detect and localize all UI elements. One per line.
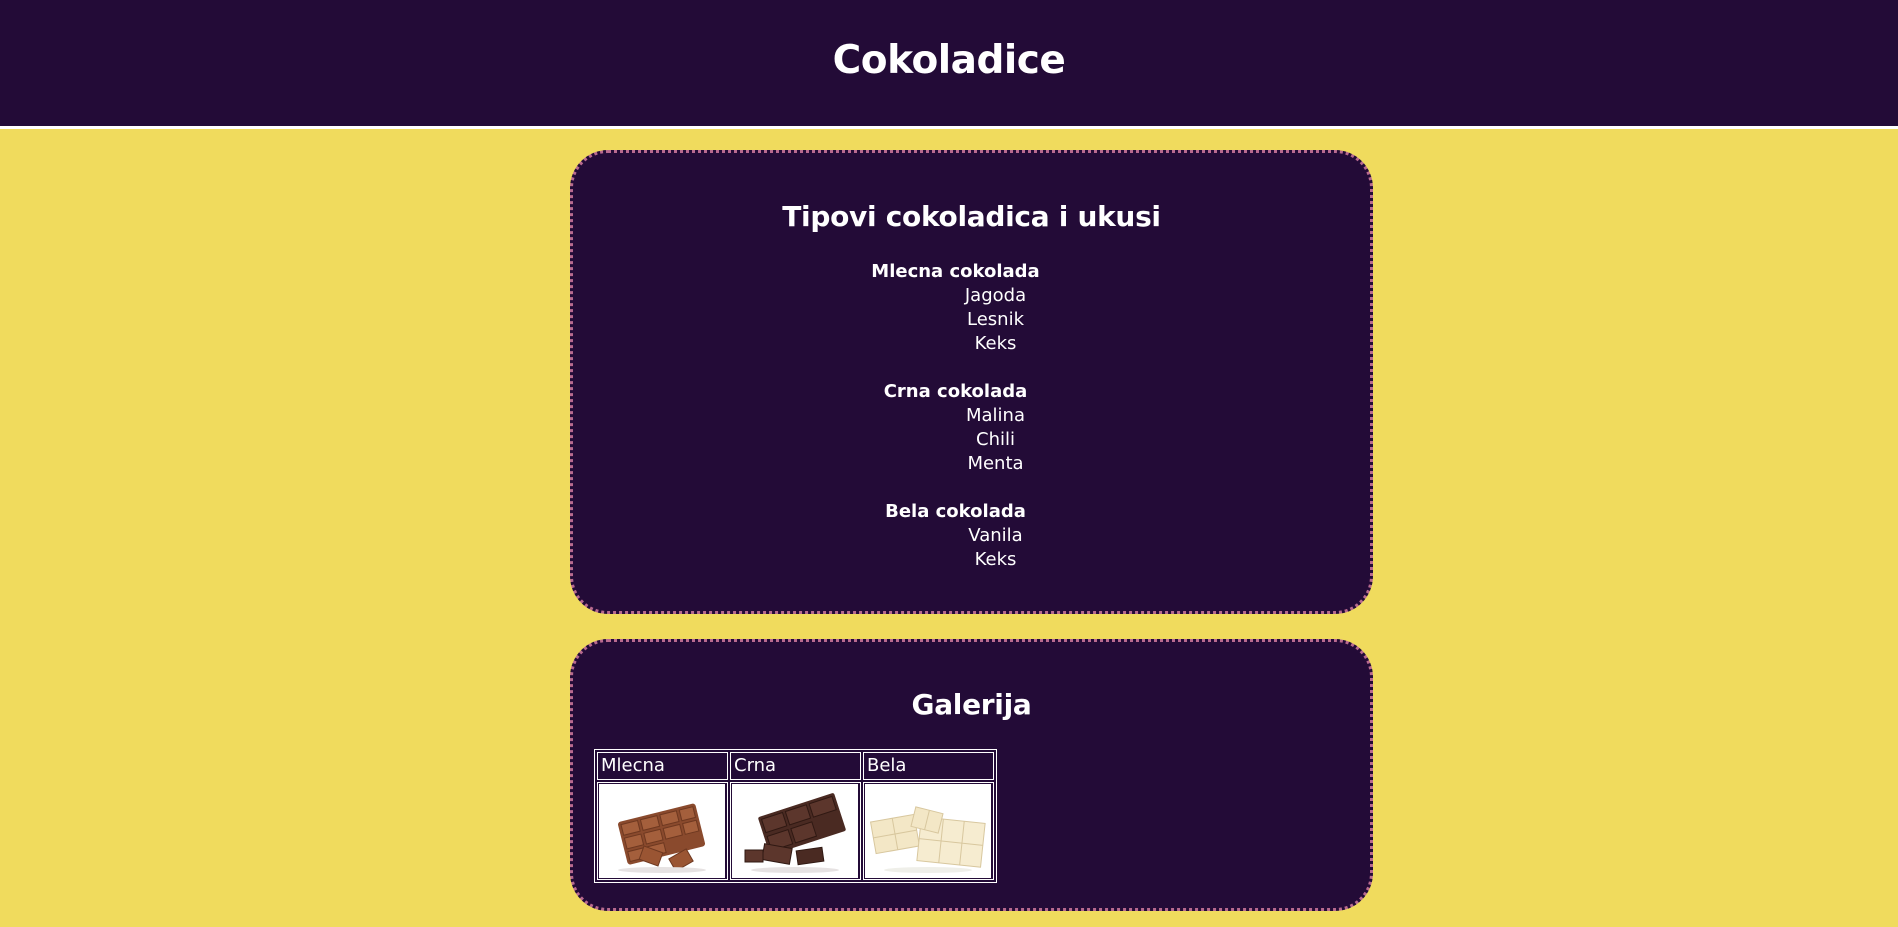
flavor-item: Lesnik — [967, 309, 1024, 330]
type-group-mlecna: Mlecna cokolada Jagoda Lesnik Keks — [573, 260, 1370, 356]
type-name: Mlecna cokolada — [871, 261, 1040, 282]
flavor-item: Keks — [974, 549, 1017, 570]
gallery-panel: Galerija Mlecna Crna Bela — [570, 639, 1373, 911]
gallery-label-row: Mlecna Crna Bela — [597, 752, 994, 780]
gallery-image-cell — [597, 782, 728, 880]
flavor-item: Menta — [967, 453, 1024, 474]
types-heading: Tipovi cokoladica i ukusi — [782, 200, 1161, 233]
gallery-image-cell — [730, 782, 861, 880]
page-title: Cokoladice — [832, 38, 1066, 83]
type-group-crna: Crna cokolada Malina Chili Menta — [573, 380, 1370, 476]
flavor-item: Vanila — [968, 525, 1023, 546]
gallery-table: Mlecna Crna Bela — [594, 749, 997, 883]
type-name: Crna cokolada — [883, 381, 1028, 402]
gallery-label-crna: Crna — [730, 752, 861, 780]
flavor-item: Chili — [976, 429, 1015, 450]
dark-chocolate-image — [732, 784, 858, 878]
gallery-label-bela: Bela — [863, 752, 994, 780]
flavor-item: Keks — [974, 333, 1017, 354]
milk-chocolate-image — [599, 784, 725, 878]
gallery-heading: Galerija — [911, 688, 1032, 721]
types-panel: Tipovi cokoladica i ukusi Mlecna cokolad… — [570, 150, 1373, 614]
gallery-label-mlecna: Mlecna — [597, 752, 728, 780]
types-list: Mlecna cokolada Jagoda Lesnik Keks Crna … — [573, 260, 1370, 596]
white-chocolate-image — [865, 784, 991, 878]
gallery-image-row — [597, 782, 994, 880]
gallery-image-cell — [863, 782, 994, 880]
type-name: Bela cokolada — [885, 501, 1026, 522]
page-header: Cokoladice — [0, 0, 1898, 129]
type-group-bela: Bela cokolada Vanila Keks — [573, 500, 1370, 572]
flavor-item: Malina — [965, 405, 1025, 426]
flavor-item: Jagoda — [964, 285, 1027, 306]
